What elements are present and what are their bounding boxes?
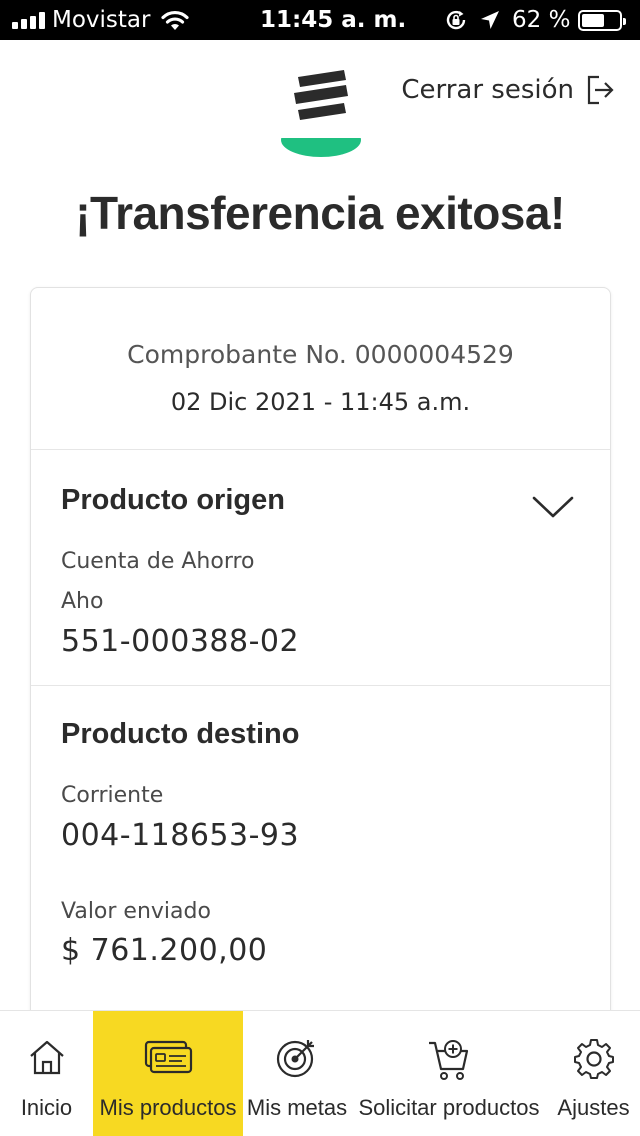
status-bar: Movistar 11:45 a. m. 62 % <box>0 0 640 40</box>
cards-icon <box>144 1040 193 1074</box>
nav-item-solicitar-productos[interactable]: Solicitar productos <box>351 1011 547 1136</box>
orientation-lock-icon <box>446 10 466 30</box>
nav-label-solicitar-productos: Solicitar productos <box>358 1095 540 1120</box>
origin-account-type: Cuenta de Ahorro <box>61 549 255 574</box>
nav-item-inicio[interactable]: Inicio <box>0 1011 93 1136</box>
battery-percent: 62 % <box>512 7 571 33</box>
target-icon <box>276 1040 314 1078</box>
divider <box>31 685 610 686</box>
wifi-icon <box>161 10 189 30</box>
gear-icon <box>573 1039 614 1079</box>
cart-plus-icon <box>429 1040 469 1080</box>
nav-label-mis-productos: Mis productos <box>99 1095 237 1120</box>
nav-label-mis-metas: Mis metas <box>246 1095 348 1120</box>
page-title: ¡Transferencia exitosa! <box>75 187 565 239</box>
chevron-down-icon[interactable] <box>531 493 575 521</box>
destination-title: Producto destino <box>61 718 300 750</box>
nav-label-inicio: Inicio <box>20 1095 73 1120</box>
transfer-receipt-card: Comprobante No. 0000004529 02 Dic 2021 -… <box>30 287 611 1047</box>
bank-logo-icon <box>278 60 364 160</box>
logout-icon <box>587 75 614 105</box>
nav-item-mis-metas[interactable]: Mis metas <box>243 1011 351 1136</box>
destination-account-type: Corriente <box>61 783 164 808</box>
battery-icon <box>578 10 626 31</box>
origin-account-number: 551-000388-02 <box>61 624 300 659</box>
divider <box>31 449 610 450</box>
amount-label: Valor enviado <box>61 899 211 924</box>
bottom-nav: Inicio Mis productos Mis metas Solicitar… <box>0 1010 640 1136</box>
amount-value: $ 761.200,00 <box>61 933 268 968</box>
logout-button[interactable]: Cerrar sesión <box>401 70 614 110</box>
destination-account-number: 004-118653-93 <box>61 818 300 853</box>
location-icon <box>481 11 499 29</box>
battery-fill <box>582 14 604 27</box>
home-icon <box>29 1040 64 1075</box>
receipt-number: Comprobante No. 0000004529 <box>127 340 514 369</box>
logout-label: Cerrar sesión <box>401 75 574 105</box>
nav-item-mis-productos[interactable]: Mis productos <box>93 1011 243 1136</box>
receipt-datetime: 02 Dic 2021 - 11:45 a.m. <box>170 388 471 416</box>
status-time: 11:45 a. m. <box>260 7 407 33</box>
carrier-name: Movistar <box>52 7 151 33</box>
signal-icon <box>12 12 46 29</box>
nav-item-ajustes[interactable]: Ajustes <box>547 1011 640 1136</box>
nav-label-ajustes: Ajustes <box>557 1095 630 1120</box>
origin-account-alias: Aho <box>61 589 104 614</box>
origin-title: Producto origen <box>61 484 285 516</box>
